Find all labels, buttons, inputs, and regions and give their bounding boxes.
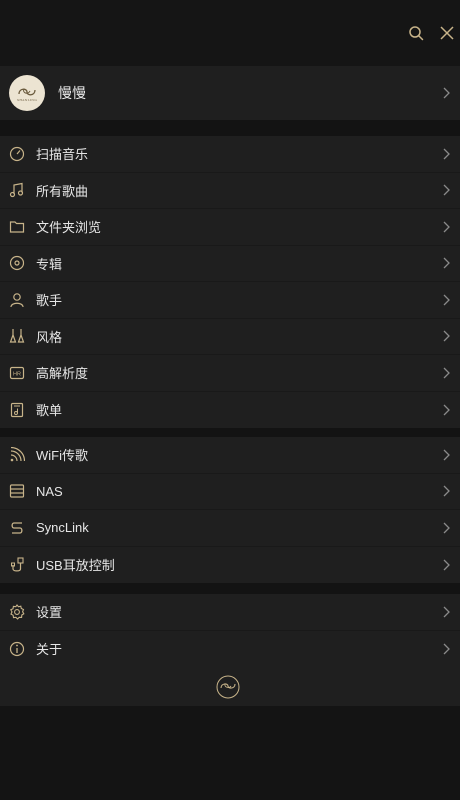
chevron-right-icon — [443, 559, 450, 571]
menu-item-hires[interactable]: HR 高解析度 — [0, 355, 460, 392]
menu-item-nas[interactable]: NAS — [0, 474, 460, 510]
menu-item-label: SyncLink — [36, 520, 89, 536]
chevron-right-icon — [443, 367, 450, 379]
scan-icon — [9, 146, 25, 162]
menu-item-label: 关于 — [36, 642, 63, 658]
library-section: 扫描音乐 所有歌曲 文件夹浏览 专辑 歌手 风格 HR 高解析度 歌单 — [0, 136, 460, 428]
network-section: WiFi传歌 NAS SyncLink USB耳放控制 — [0, 437, 460, 583]
profile-row[interactable]: SHANLING 慢慢 — [0, 66, 460, 120]
menu-item-genre[interactable]: 风格 — [0, 319, 460, 355]
chevron-right-icon — [443, 404, 450, 416]
menu-item-scan-music[interactable]: 扫描音乐 — [0, 136, 460, 173]
menu-item-label: 文件夹浏览 — [36, 220, 102, 236]
folder-icon — [9, 219, 25, 235]
chevron-right-icon — [443, 522, 450, 534]
menu-item-about[interactable]: 关于 — [0, 631, 460, 668]
chevron-right-icon — [443, 257, 450, 269]
chevron-right-icon — [443, 330, 450, 342]
menu-item-label: 高解析度 — [36, 366, 89, 382]
chevron-right-icon — [443, 221, 450, 233]
chevron-right-icon — [443, 643, 450, 655]
menu-item-folder-browse[interactable]: 文件夹浏览 — [0, 209, 460, 246]
menu-item-settings[interactable]: 设置 — [0, 594, 460, 631]
album-icon — [9, 255, 25, 271]
menu-item-label: 扫描音乐 — [36, 147, 89, 163]
music-note-icon — [9, 182, 25, 198]
chevron-right-icon — [443, 606, 450, 618]
chevron-right-icon — [443, 184, 450, 196]
synclink-icon — [9, 520, 25, 536]
menu-item-label: WiFi传歌 — [36, 448, 88, 464]
menu-item-playlist[interactable]: 歌单 — [0, 392, 460, 429]
genre-icon — [9, 328, 25, 344]
menu-item-all-songs[interactable]: 所有歌曲 — [0, 173, 460, 209]
nas-icon — [9, 483, 25, 499]
search-icon[interactable] — [405, 22, 427, 44]
empty-bottom-area — [0, 706, 460, 800]
menu-item-label: 所有歌曲 — [36, 183, 89, 199]
menu-item-synclink[interactable]: SyncLink — [0, 510, 460, 547]
close-icon[interactable] — [436, 22, 458, 44]
top-bar — [0, 0, 460, 66]
menu-item-label: USB耳放控制 — [36, 558, 115, 574]
svg-text:HR: HR — [13, 371, 21, 377]
menu-item-label: 风格 — [36, 329, 63, 345]
chevron-right-icon — [443, 87, 450, 99]
chevron-right-icon — [443, 148, 450, 160]
menu-item-label: NAS — [36, 483, 63, 499]
settings-icon — [9, 603, 25, 620]
artist-icon — [9, 292, 25, 308]
menu-item-label: 歌单 — [36, 403, 63, 419]
menu-item-usb-amp-control[interactable]: USB耳放控制 — [0, 547, 460, 584]
menu-item-label: 设置 — [36, 605, 63, 621]
menu-item-album[interactable]: 专辑 — [0, 246, 460, 282]
shanling-logo-icon — [216, 675, 240, 699]
chevron-right-icon — [443, 485, 450, 497]
chevron-right-icon — [443, 449, 450, 461]
avatar: SHANLING — [9, 75, 45, 111]
menu-item-label: 歌手 — [36, 293, 63, 309]
avatar-logo-text: SHANLING — [16, 97, 38, 102]
shanling-logo-icon — [18, 88, 36, 95]
playlist-icon — [9, 402, 25, 418]
menu-item-wifi-transfer[interactable]: WiFi传歌 — [0, 437, 460, 474]
menu-item-artist[interactable]: 歌手 — [0, 282, 460, 319]
profile-name: 慢慢 — [58, 85, 86, 101]
menu-item-label: 专辑 — [36, 256, 63, 272]
wifi-icon — [9, 446, 25, 463]
hires-icon: HR — [9, 365, 25, 381]
usb-icon — [9, 557, 25, 573]
info-icon — [9, 641, 25, 657]
chevron-right-icon — [443, 294, 450, 306]
